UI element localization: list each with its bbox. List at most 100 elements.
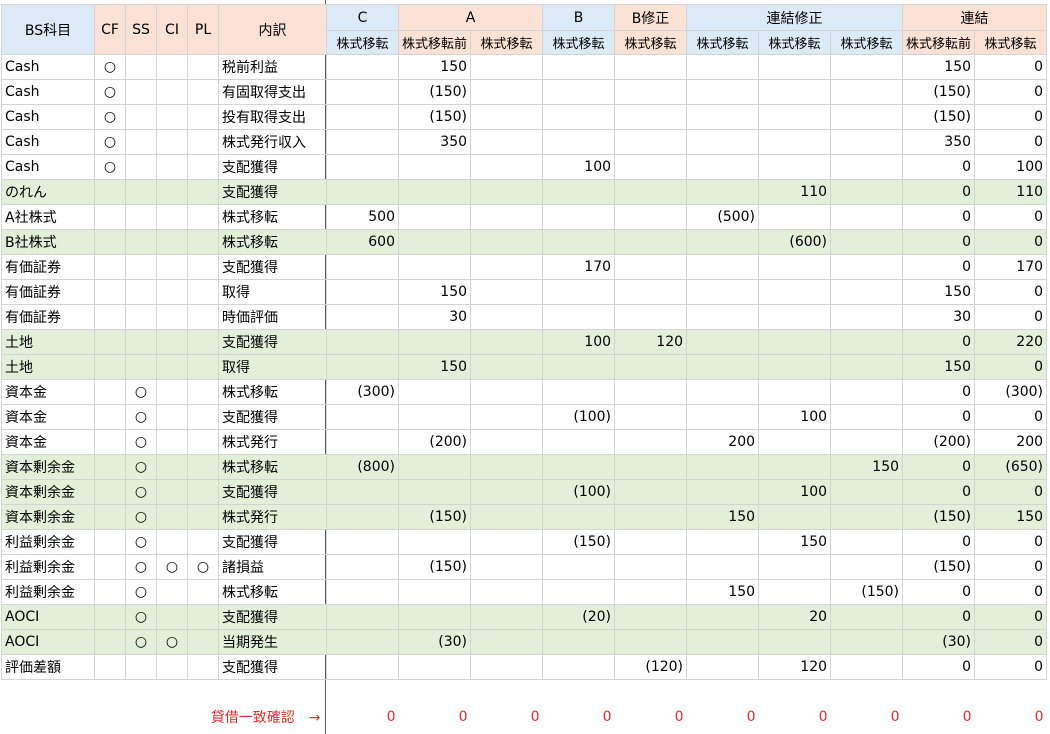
cell-cf-flag[interactable] bbox=[94, 454, 126, 480]
cell-ci-flag[interactable]: ○ bbox=[156, 554, 188, 580]
cell-value[interactable]: 0 bbox=[974, 479, 1048, 505]
cell-ss-flag[interactable] bbox=[125, 204, 157, 230]
cell-value[interactable]: 0 bbox=[974, 629, 1048, 655]
cell-value[interactable] bbox=[686, 54, 760, 80]
cell-ci-flag[interactable] bbox=[156, 204, 188, 230]
header-sub-8[interactable]: 株式移転前 bbox=[902, 30, 976, 55]
cell-value[interactable]: 0 bbox=[902, 254, 976, 280]
header-cf[interactable]: CF bbox=[94, 4, 126, 55]
cell-value[interactable]: (650) bbox=[974, 454, 1048, 480]
balance-check-value[interactable]: 0 bbox=[543, 704, 615, 730]
cell-bs-account[interactable]: A社株式 bbox=[1, 204, 95, 230]
cell-value[interactable] bbox=[758, 254, 832, 280]
cell-value[interactable] bbox=[326, 429, 399, 455]
cell-pl-flag[interactable] bbox=[187, 304, 219, 330]
header-group-a[interactable]: A bbox=[397, 4, 544, 31]
cell-value[interactable] bbox=[830, 504, 904, 530]
cell-value[interactable] bbox=[758, 554, 832, 580]
cell-ci-flag[interactable] bbox=[156, 79, 188, 105]
cell-value[interactable]: 0 bbox=[902, 654, 976, 680]
cell-value[interactable] bbox=[326, 129, 399, 155]
cell-value[interactable] bbox=[686, 329, 760, 355]
cell-value[interactable] bbox=[614, 554, 688, 580]
cell-ss-flag[interactable]: ○ bbox=[125, 479, 157, 505]
cell-detail[interactable]: 株式移転 bbox=[218, 204, 327, 230]
cell-value[interactable] bbox=[326, 154, 399, 180]
cell-value[interactable]: 0 bbox=[902, 604, 976, 630]
cell-ci-flag[interactable] bbox=[156, 304, 188, 330]
cell-value[interactable]: (150) bbox=[902, 79, 976, 105]
cell-value[interactable]: 200 bbox=[686, 429, 760, 455]
cell-value[interactable] bbox=[326, 304, 399, 330]
cell-value[interactable] bbox=[830, 254, 904, 280]
cell-value[interactable]: (100) bbox=[542, 404, 616, 430]
cell-ss-flag[interactable]: ○ bbox=[125, 454, 157, 480]
cell-value[interactable]: 0 bbox=[902, 379, 976, 405]
cell-value[interactable] bbox=[470, 254, 544, 280]
cell-value[interactable] bbox=[614, 154, 688, 180]
cell-detail[interactable]: 支配獲得 bbox=[218, 254, 327, 280]
cell-pl-flag[interactable] bbox=[187, 604, 219, 630]
balance-check-value[interactable]: 0 bbox=[471, 704, 543, 730]
cell-value[interactable] bbox=[686, 404, 760, 430]
cell-value[interactable]: 170 bbox=[542, 254, 616, 280]
cell-value[interactable]: 0 bbox=[974, 404, 1048, 430]
cell-cf-flag[interactable]: ○ bbox=[94, 54, 126, 80]
cell-detail[interactable]: 株式移転 bbox=[218, 454, 327, 480]
cell-value[interactable] bbox=[758, 329, 832, 355]
cell-value[interactable] bbox=[614, 179, 688, 205]
cell-detail[interactable]: 税前利益 bbox=[218, 54, 327, 80]
cell-value[interactable] bbox=[614, 454, 688, 480]
cell-pl-flag[interactable] bbox=[187, 354, 219, 380]
cell-cf-flag[interactable] bbox=[94, 354, 126, 380]
cell-bs-account[interactable]: のれん bbox=[1, 179, 95, 205]
cell-value[interactable] bbox=[686, 479, 760, 505]
cell-value[interactable] bbox=[470, 629, 544, 655]
cell-ci-flag[interactable] bbox=[156, 329, 188, 355]
cell-pl-flag[interactable] bbox=[187, 504, 219, 530]
cell-pl-flag[interactable] bbox=[187, 429, 219, 455]
cell-value[interactable]: 150 bbox=[902, 54, 976, 80]
cell-bs-account[interactable]: Cash bbox=[1, 154, 95, 180]
cell-detail[interactable]: 取得 bbox=[218, 354, 327, 380]
cell-value[interactable] bbox=[686, 254, 760, 280]
cell-value[interactable] bbox=[397, 179, 472, 205]
cell-bs-account[interactable]: 土地 bbox=[1, 329, 95, 355]
cell-value[interactable] bbox=[758, 504, 832, 530]
cell-value[interactable] bbox=[830, 604, 904, 630]
cell-pl-flag[interactable] bbox=[187, 404, 219, 430]
cell-value[interactable] bbox=[830, 554, 904, 580]
cell-ci-flag[interactable] bbox=[156, 654, 188, 680]
cell-value[interactable] bbox=[470, 404, 544, 430]
balance-check-value[interactable]: 0 bbox=[975, 704, 1047, 730]
cell-value[interactable] bbox=[614, 379, 688, 405]
cell-pl-flag[interactable] bbox=[187, 229, 219, 255]
cell-ss-flag[interactable]: ○ bbox=[125, 404, 157, 430]
cell-ss-flag[interactable] bbox=[125, 129, 157, 155]
cell-ci-flag[interactable] bbox=[156, 504, 188, 530]
cell-value[interactable] bbox=[758, 354, 832, 380]
balance-check-value[interactable]: 0 bbox=[903, 704, 975, 730]
cell-value[interactable]: 150 bbox=[397, 354, 472, 380]
cell-cf-flag[interactable] bbox=[94, 579, 126, 605]
cell-value[interactable] bbox=[326, 629, 399, 655]
cell-cf-flag[interactable]: ○ bbox=[94, 104, 126, 130]
cell-value[interactable]: 120 bbox=[758, 654, 832, 680]
cell-value[interactable]: 0 bbox=[902, 454, 976, 480]
cell-value[interactable] bbox=[470, 204, 544, 230]
cell-ci-flag[interactable] bbox=[156, 604, 188, 630]
cell-value[interactable]: (500) bbox=[686, 204, 760, 230]
cell-value[interactable] bbox=[614, 54, 688, 80]
cell-value[interactable] bbox=[470, 229, 544, 255]
cell-value[interactable]: 100 bbox=[542, 154, 616, 180]
cell-bs-account[interactable]: 資本金 bbox=[1, 379, 95, 405]
cell-value[interactable] bbox=[758, 429, 832, 455]
cell-value[interactable] bbox=[470, 154, 544, 180]
cell-value[interactable] bbox=[397, 229, 472, 255]
cell-value[interactable] bbox=[470, 304, 544, 330]
cell-value[interactable]: 100 bbox=[758, 404, 832, 430]
cell-value[interactable] bbox=[686, 279, 760, 305]
cell-ci-flag[interactable] bbox=[156, 454, 188, 480]
balance-check-value[interactable]: 0 bbox=[687, 704, 759, 730]
cell-value[interactable]: (150) bbox=[397, 504, 472, 530]
